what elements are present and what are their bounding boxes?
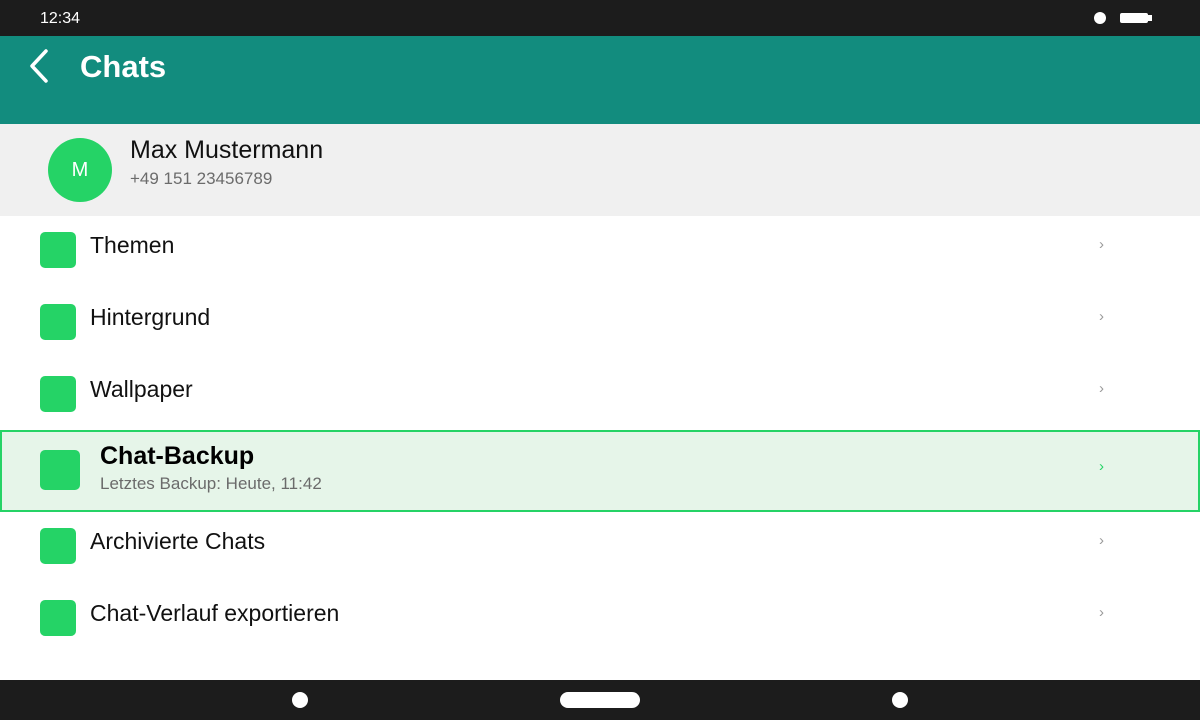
settings-item-archivierte-chats[interactable]: Archivierte Chats › xyxy=(0,512,1200,584)
battery-tip-icon xyxy=(1148,15,1152,21)
settings-item-hintergrund[interactable]: Hintergrund › xyxy=(0,288,1200,360)
settings-item-themen[interactable]: Themen › xyxy=(0,216,1200,288)
back-button[interactable] xyxy=(20,44,60,88)
app-bar: Chats xyxy=(0,36,1200,124)
settings-item-label: Archivierte Chats xyxy=(90,528,266,554)
navigation-bar xyxy=(0,680,1200,720)
avatar: M xyxy=(48,138,112,202)
notification-dot-icon xyxy=(1094,12,1106,24)
settings-item-wallpaper[interactable]: Wallpaper › xyxy=(0,360,1200,432)
screen: 12:34 Chats M Max Mustermann +49 151 234… xyxy=(0,0,1200,720)
archive-icon xyxy=(40,528,76,564)
chevron-right-icon: › xyxy=(1099,604,1104,621)
status-bar: 12:34 xyxy=(0,0,1200,36)
settings-item-label: Wallpaper xyxy=(90,376,193,402)
themen-icon xyxy=(40,232,76,268)
status-time: 12:34 xyxy=(40,10,81,27)
profile-name: Max Mustermann xyxy=(130,136,324,164)
settings-item-label: Themen xyxy=(90,232,175,258)
profile-card[interactable]: M Max Mustermann +49 151 23456789 xyxy=(0,124,1200,216)
nav-home-button[interactable] xyxy=(560,692,640,708)
chevron-right-icon: › xyxy=(1099,380,1104,397)
nav-back-button[interactable] xyxy=(292,692,308,708)
chevron-right-icon: › xyxy=(1099,458,1104,475)
chat-backup-icon xyxy=(40,450,80,490)
chevron-right-icon: › xyxy=(1099,308,1104,325)
settings-item-chat-backup[interactable]: Chat-Backup Letztes Backup: Heute, 11:42… xyxy=(0,430,1200,512)
hintergrund-icon xyxy=(40,304,76,340)
page-title: Chats xyxy=(80,49,167,84)
profile-phone: +49 151 23456789 xyxy=(130,169,273,188)
chevron-left-icon xyxy=(30,49,48,83)
battery-icon xyxy=(1120,13,1148,23)
chevron-right-icon: › xyxy=(1099,532,1104,549)
last-backup-text: Letztes Backup: Heute, 11:42 xyxy=(100,474,322,493)
chevron-right-icon: › xyxy=(1099,236,1104,253)
settings-item-label: Hintergrund xyxy=(90,304,211,330)
export-icon xyxy=(40,600,76,636)
wallpaper-icon xyxy=(40,376,76,412)
settings-item-label: Chat-Backup xyxy=(100,442,255,470)
settings-item-label: Chat-Verlauf exportieren xyxy=(90,600,340,626)
nav-recents-button[interactable] xyxy=(892,692,908,708)
settings-item-chat-verlauf-exportieren[interactable]: Chat-Verlauf exportieren › xyxy=(0,584,1200,656)
